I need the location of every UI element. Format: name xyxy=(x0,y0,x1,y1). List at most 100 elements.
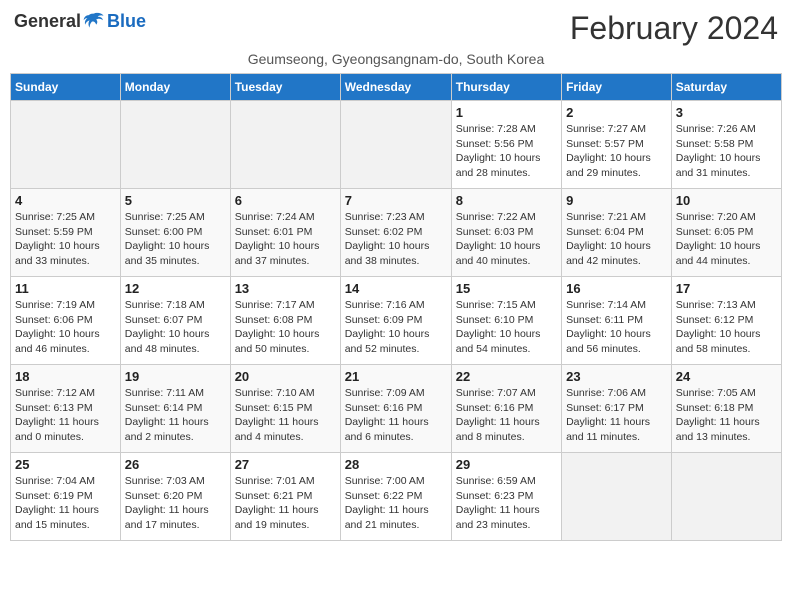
day-info: Sunrise: 7:28 AM Sunset: 5:56 PM Dayligh… xyxy=(456,122,557,181)
day-of-week-header: Wednesday xyxy=(340,74,451,101)
day-number: 24 xyxy=(676,369,777,384)
day-number: 14 xyxy=(345,281,447,296)
calendar-table: SundayMondayTuesdayWednesdayThursdayFrid… xyxy=(10,73,782,541)
calendar-cell: 28 Sunrise: 7:00 AM Sunset: 6:22 PM Dayli… xyxy=(340,453,451,541)
day-info: Sunrise: 7:26 AM Sunset: 5:58 PM Dayligh… xyxy=(676,122,777,181)
week-row: 4 Sunrise: 7:25 AM Sunset: 5:59 PM Daylig… xyxy=(11,189,782,277)
day-number: 11 xyxy=(15,281,116,296)
logo-blue-text: Blue xyxy=(107,12,146,30)
calendar-cell: 21 Sunrise: 7:09 AM Sunset: 6:16 PM Dayli… xyxy=(340,365,451,453)
day-number: 21 xyxy=(345,369,447,384)
calendar-cell: 10 Sunrise: 7:20 AM Sunset: 6:05 PM Dayli… xyxy=(671,189,781,277)
calendar-cell xyxy=(11,101,121,189)
calendar-cell xyxy=(671,453,781,541)
calendar-header: SundayMondayTuesdayWednesdayThursdayFrid… xyxy=(11,74,782,101)
day-info: Sunrise: 7:17 AM Sunset: 6:08 PM Dayligh… xyxy=(235,298,336,357)
title-area: February 2024 xyxy=(570,10,778,47)
day-info: Sunrise: 7:18 AM Sunset: 6:07 PM Dayligh… xyxy=(125,298,226,357)
calendar-cell: 24 Sunrise: 7:05 AM Sunset: 6:18 PM Dayli… xyxy=(671,365,781,453)
day-info: Sunrise: 7:21 AM Sunset: 6:04 PM Dayligh… xyxy=(566,210,667,269)
day-number: 20 xyxy=(235,369,336,384)
calendar-cell: 6Sunrise: 7:24 AM Sunset: 6:01 PM Daylig… xyxy=(230,189,340,277)
day-info: Sunrise: 7:25 AM Sunset: 5:59 PM Dayligh… xyxy=(15,210,116,269)
calendar-cell: 22 Sunrise: 7:07 AM Sunset: 6:16 PM Dayli… xyxy=(451,365,561,453)
location: Geumseong, Gyeongsangnam-do, South Korea xyxy=(10,51,782,67)
day-info: Sunrise: 7:15 AM Sunset: 6:10 PM Dayligh… xyxy=(456,298,557,357)
calendar-cell: 27 Sunrise: 7:01 AM Sunset: 6:21 PM Dayli… xyxy=(230,453,340,541)
day-number: 29 xyxy=(456,457,557,472)
day-of-week-header: Sunday xyxy=(11,74,121,101)
day-info: Sunrise: 7:22 AM Sunset: 6:03 PM Dayligh… xyxy=(456,210,557,269)
day-number: 13 xyxy=(235,281,336,296)
day-of-week-header: Saturday xyxy=(671,74,781,101)
day-info: Sunrise: 7:25 AM Sunset: 6:00 PM Dayligh… xyxy=(125,210,226,269)
day-info: Sunrise: 7:13 AM Sunset: 6:12 PM Dayligh… xyxy=(676,298,777,357)
day-number: 7 xyxy=(345,193,447,208)
day-number: 4 xyxy=(15,193,116,208)
day-number: 26 xyxy=(125,457,226,472)
day-number: 3 xyxy=(676,105,777,120)
calendar-cell: 19 Sunrise: 7:11 AM Sunset: 6:14 PM Dayli… xyxy=(120,365,230,453)
day-number: 12 xyxy=(125,281,226,296)
day-number: 15 xyxy=(456,281,557,296)
day-number: 9 xyxy=(566,193,667,208)
day-number: 5 xyxy=(125,193,226,208)
calendar-cell: 4 Sunrise: 7:25 AM Sunset: 5:59 PM Daylig… xyxy=(11,189,121,277)
logo-bird-icon xyxy=(83,10,105,32)
day-info: Sunrise: 7:10 AM Sunset: 6:15 PM Dayligh… xyxy=(235,386,336,445)
calendar-cell: 5 Sunrise: 7:25 AM Sunset: 6:00 PM Daylig… xyxy=(120,189,230,277)
week-row: 25 Sunrise: 7:04 AM Sunset: 6:19 PM Dayli… xyxy=(11,453,782,541)
calendar-cell: 26 Sunrise: 7:03 AM Sunset: 6:20 PM Dayli… xyxy=(120,453,230,541)
day-number: 28 xyxy=(345,457,447,472)
day-info: Sunrise: 7:27 AM Sunset: 5:57 PM Dayligh… xyxy=(566,122,667,181)
day-of-week-header: Monday xyxy=(120,74,230,101)
calendar-cell: 3 Sunrise: 7:26 AM Sunset: 5:58 PM Daylig… xyxy=(671,101,781,189)
week-row: 1 Sunrise: 7:28 AM Sunset: 5:56 PM Daylig… xyxy=(11,101,782,189)
calendar-cell: 29 Sunrise: 6:59 AM Sunset: 6:23 PM Dayli… xyxy=(451,453,561,541)
calendar-cell: 14 Sunrise: 7:16 AM Sunset: 6:09 PM Dayli… xyxy=(340,277,451,365)
calendar-cell xyxy=(340,101,451,189)
week-row: 11 Sunrise: 7:19 AM Sunset: 6:06 PM Dayli… xyxy=(11,277,782,365)
day-info: Sunrise: 7:03 AM Sunset: 6:20 PM Dayligh… xyxy=(125,474,226,533)
day-number: 10 xyxy=(676,193,777,208)
day-info: Sunrise: 7:00 AM Sunset: 6:22 PM Dayligh… xyxy=(345,474,447,533)
calendar-cell: 17 Sunrise: 7:13 AM Sunset: 6:12 PM Dayli… xyxy=(671,277,781,365)
day-info: Sunrise: 7:23 AM Sunset: 6:02 PM Dayligh… xyxy=(345,210,447,269)
calendar-cell: 13 Sunrise: 7:17 AM Sunset: 6:08 PM Dayli… xyxy=(230,277,340,365)
day-info: Sunrise: 6:59 AM Sunset: 6:23 PM Dayligh… xyxy=(456,474,557,533)
day-info: Sunrise: 7:12 AM Sunset: 6:13 PM Dayligh… xyxy=(15,386,116,445)
day-number: 1 xyxy=(456,105,557,120)
day-info: Sunrise: 7:20 AM Sunset: 6:05 PM Dayligh… xyxy=(676,210,777,269)
day-of-week-header: Thursday xyxy=(451,74,561,101)
day-number: 18 xyxy=(15,369,116,384)
day-info: Sunrise: 7:14 AM Sunset: 6:11 PM Dayligh… xyxy=(566,298,667,357)
day-number: 22 xyxy=(456,369,557,384)
day-info: Sunrise: 7:16 AM Sunset: 6:09 PM Dayligh… xyxy=(345,298,447,357)
day-info: Sunrise: 7:05 AM Sunset: 6:18 PM Dayligh… xyxy=(676,386,777,445)
calendar-cell: 23Sunrise: 7:06 AM Sunset: 6:17 PM Dayli… xyxy=(562,365,672,453)
calendar-cell: 7 Sunrise: 7:23 AM Sunset: 6:02 PM Daylig… xyxy=(340,189,451,277)
calendar-cell: 16Sunrise: 7:14 AM Sunset: 6:11 PM Dayli… xyxy=(562,277,672,365)
day-info: Sunrise: 7:19 AM Sunset: 6:06 PM Dayligh… xyxy=(15,298,116,357)
day-number: 25 xyxy=(15,457,116,472)
month-title: February 2024 xyxy=(570,10,778,47)
day-info: Sunrise: 7:01 AM Sunset: 6:21 PM Dayligh… xyxy=(235,474,336,533)
logo-general-text: General xyxy=(14,12,81,30)
day-number: 27 xyxy=(235,457,336,472)
logo: General Blue xyxy=(14,10,146,32)
day-info: Sunrise: 7:09 AM Sunset: 6:16 PM Dayligh… xyxy=(345,386,447,445)
page-header: General Blue February 2024 xyxy=(10,10,782,47)
day-number: 19 xyxy=(125,369,226,384)
calendar-cell xyxy=(562,453,672,541)
calendar-cell xyxy=(120,101,230,189)
day-info: Sunrise: 7:04 AM Sunset: 6:19 PM Dayligh… xyxy=(15,474,116,533)
calendar-cell: 1 Sunrise: 7:28 AM Sunset: 5:56 PM Daylig… xyxy=(451,101,561,189)
day-info: Sunrise: 7:07 AM Sunset: 6:16 PM Dayligh… xyxy=(456,386,557,445)
calendar-cell: 9 Sunrise: 7:21 AM Sunset: 6:04 PM Daylig… xyxy=(562,189,672,277)
day-number: 17 xyxy=(676,281,777,296)
day-info: Sunrise: 7:11 AM Sunset: 6:14 PM Dayligh… xyxy=(125,386,226,445)
day-info: Sunrise: 7:06 AM Sunset: 6:17 PM Dayligh… xyxy=(566,386,667,445)
day-number: 8 xyxy=(456,193,557,208)
calendar-cell: 11 Sunrise: 7:19 AM Sunset: 6:06 PM Dayli… xyxy=(11,277,121,365)
calendar-cell: 15 Sunrise: 7:15 AM Sunset: 6:10 PM Dayli… xyxy=(451,277,561,365)
